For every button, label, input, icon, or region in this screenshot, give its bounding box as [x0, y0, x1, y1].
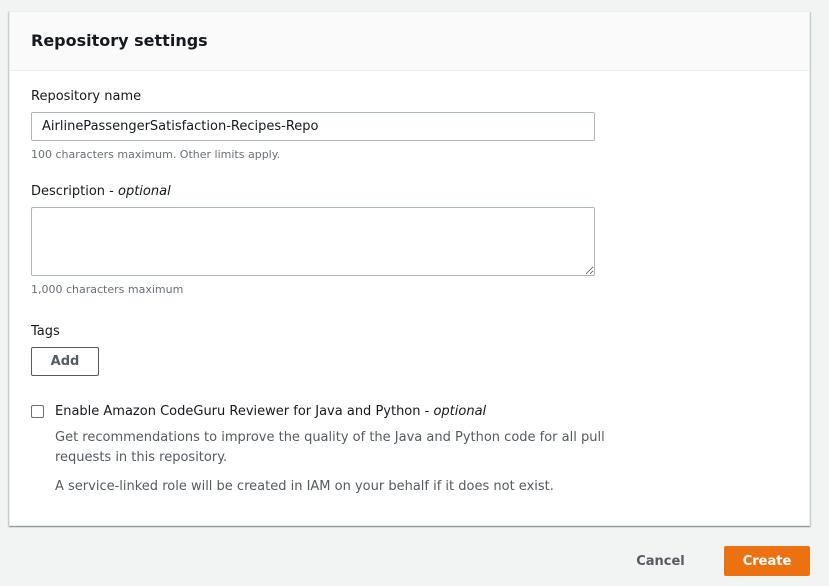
codeguru-description: Get recommendations to improve the quali…	[55, 430, 605, 465]
codeguru-label[interactable]: Enable Amazon CodeGuru Reviewer for Java…	[55, 403, 486, 421]
description-hint: 1,000 characters maximum	[31, 283, 184, 296]
tags-label: Tags	[31, 324, 60, 339]
repository-name-input[interactable]	[31, 112, 595, 141]
repository-name-hint: 100 characters maximum. Other limits app…	[31, 148, 281, 161]
description-label: Description - optional	[31, 183, 171, 201]
repository-settings-panel: Repository settings Repository name 100 …	[9, 11, 810, 526]
codeguru-checkbox[interactable]	[31, 405, 44, 418]
create-button[interactable]: Create	[724, 546, 810, 576]
description-textarea[interactable]	[31, 207, 595, 276]
description-label-text: Description -	[31, 184, 118, 199]
codeguru-label-text: Enable Amazon CodeGuru Reviewer for Java…	[55, 404, 434, 419]
panel-header: Repository settings	[10, 12, 809, 71]
panel-title: Repository settings	[31, 31, 208, 50]
codeguru-service-role-note: A service-linked role will be created in…	[55, 479, 554, 494]
add-tag-button[interactable]: Add	[31, 347, 99, 376]
repository-name-label: Repository name	[31, 89, 142, 104]
codeguru-optional-text: optional	[433, 404, 487, 419]
description-optional-text: optional	[118, 184, 171, 199]
cancel-button[interactable]: Cancel	[623, 546, 698, 576]
